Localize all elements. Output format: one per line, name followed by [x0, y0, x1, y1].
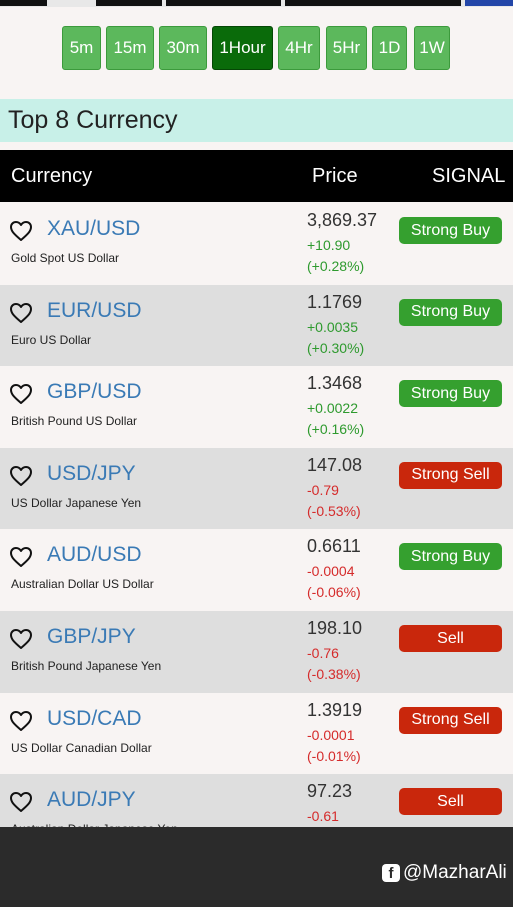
- table-row[interactable]: GBP/USD British Pound US Dollar 1.3468 +0.0…: [0, 366, 513, 449]
- price-change-percent: (+0.28%): [307, 258, 365, 274]
- table-row[interactable]: AUD/USD Australian Dollar US Dollar 0.6611…: [0, 529, 513, 612]
- app-screen: 5m 15m 30m 1Hour 4Hr 5Hr 1D 1W Top 8 Currency C…: [0, 0, 513, 827]
- heart-icon[interactable]: [9, 465, 33, 487]
- price-value: 1.3919: [307, 699, 363, 720]
- price-change: -0.79: [307, 481, 339, 498]
- table-row[interactable]: USD/CAD US Dollar Canadian Dollar 1.3919 -0…: [0, 692, 513, 775]
- heart-icon[interactable]: [9, 302, 33, 324]
- timeframe-button-5m[interactable]: 5m: [62, 26, 101, 70]
- price-change: -0.76: [307, 645, 339, 661]
- top-tab-segment[interactable]: [166, 0, 281, 6]
- price-value: 198.10: [307, 618, 363, 638]
- heart-icon[interactable]: [9, 546, 33, 568]
- facebook-icon: f: [382, 864, 400, 882]
- signal-badge[interactable]: Strong Buy: [399, 380, 502, 408]
- top-tab-segment[interactable]: [465, 0, 513, 6]
- price-change-percent: (+0.16%): [307, 421, 365, 438]
- top-tab-segment[interactable]: [96, 0, 162, 6]
- currency-name: British Pound Japanese Yen: [11, 659, 162, 673]
- top-tab-strip: [0, 0, 513, 7]
- price-change-percent: (-0.06%): [307, 584, 361, 601]
- currency-name: Euro US Dollar: [11, 332, 92, 347]
- timeframe-button-1w[interactable]: 1W: [414, 26, 450, 70]
- currency-pair[interactable]: GBP/USD: [47, 380, 142, 404]
- table-row[interactable]: EUR/USD Euro US Dollar 1.1769 +0.0035 (+0.30…: [0, 284, 513, 367]
- currency-name: US Dollar Canadian Dollar: [11, 740, 152, 755]
- currency-name: Australian Dollar Japanese Yen: [11, 822, 178, 827]
- price-change: +0.0035: [307, 318, 358, 335]
- table-row[interactable]: GBP/JPY British Pound Japanese Yen 198.10 -…: [0, 611, 513, 693]
- price-change: +0.0022: [307, 400, 358, 417]
- signal-badge[interactable]: Strong Buy: [399, 298, 502, 326]
- currency-pair[interactable]: XAU/USD: [47, 217, 140, 241]
- watermark: f @MazharAli: [382, 861, 507, 885]
- table-header: Currency Price SIGNAL: [0, 150, 513, 202]
- currency-name: Australian Dollar US Dollar: [11, 577, 154, 592]
- header-price: Price: [312, 164, 358, 187]
- table-row[interactable]: AUD/JPY Australian Dollar Japanese Yen 97.…: [0, 774, 513, 827]
- price-value: 3,869.37: [307, 210, 378, 230]
- currency-name: US Dollar Japanese Yen: [11, 495, 142, 510]
- top-tab-segment[interactable]: [285, 0, 461, 6]
- price-change-percent: (-0.53%): [307, 502, 361, 519]
- currency-name: Gold Spot US Dollar: [11, 251, 120, 265]
- table-row[interactable]: XAU/USD Gold Spot US Dollar 3,869.37 +10.90…: [0, 203, 513, 285]
- price-change-percent: (-0.38%): [307, 666, 361, 682]
- signal-badge[interactable]: Strong Sell: [399, 461, 502, 489]
- signal-badge[interactable]: Strong Buy: [399, 543, 502, 571]
- currency-pair[interactable]: AUD/JPY: [47, 788, 136, 812]
- signal-badge[interactable]: Sell: [399, 625, 502, 652]
- timeframe-button-4hr[interactable]: 4Hr: [278, 26, 320, 70]
- signal-badge[interactable]: Strong Sell: [399, 706, 502, 734]
- price-change: -0.61: [307, 808, 339, 825]
- watermark-text: @MazharAli: [403, 862, 507, 883]
- heart-icon[interactable]: [9, 220, 33, 242]
- header-signal: SIGNAL: [432, 164, 506, 187]
- price-value: 1.1769: [307, 291, 363, 312]
- signal-badge[interactable]: Sell: [399, 788, 502, 816]
- timeframe-selector: 5m 15m 30m 1Hour 4Hr 5Hr 1D 1W: [0, 26, 513, 72]
- header-currency: Currency: [11, 164, 93, 187]
- price-change: +10.90: [307, 237, 351, 253]
- currency-pair[interactable]: AUD/USD: [47, 543, 142, 567]
- price-change: -0.0001: [307, 726, 355, 743]
- timeframe-button-30m[interactable]: 30m: [159, 26, 207, 70]
- price-value: 97.23: [307, 781, 353, 802]
- signal-badge[interactable]: Strong Buy: [399, 217, 502, 244]
- price-value: 1.3468: [307, 373, 363, 394]
- currency-pair[interactable]: GBP/JPY: [47, 625, 136, 649]
- heart-icon[interactable]: [9, 628, 33, 650]
- currency-pair[interactable]: USD/JPY: [47, 462, 136, 486]
- price-value: 0.6611: [307, 536, 361, 557]
- currency-pair[interactable]: EUR/USD: [47, 299, 142, 323]
- price-change-percent: (+0.30%): [307, 339, 365, 356]
- currency-pair[interactable]: USD/CAD: [47, 707, 142, 731]
- price-value: 147.08: [307, 454, 363, 475]
- heart-icon[interactable]: [9, 710, 33, 732]
- timeframe-button-1d[interactable]: 1D: [372, 26, 407, 70]
- section-title: Top 8 Currency: [0, 99, 513, 142]
- currency-name: British Pound US Dollar: [11, 414, 138, 429]
- table-row[interactable]: USD/JPY US Dollar Japanese Yen 147.08 -0.79…: [0, 447, 513, 530]
- heart-icon[interactable]: [9, 383, 33, 405]
- timeframe-button-15m[interactable]: 15m: [106, 26, 154, 70]
- top-tab-segment[interactable]: [0, 0, 47, 6]
- heart-icon[interactable]: [9, 791, 33, 813]
- timeframe-button-5hr[interactable]: 5Hr: [326, 26, 367, 70]
- timeframe-button-1hour[interactable]: 1Hour: [212, 26, 273, 70]
- price-change-percent: (-0.01%): [307, 747, 361, 764]
- price-change: -0.0004: [307, 563, 355, 580]
